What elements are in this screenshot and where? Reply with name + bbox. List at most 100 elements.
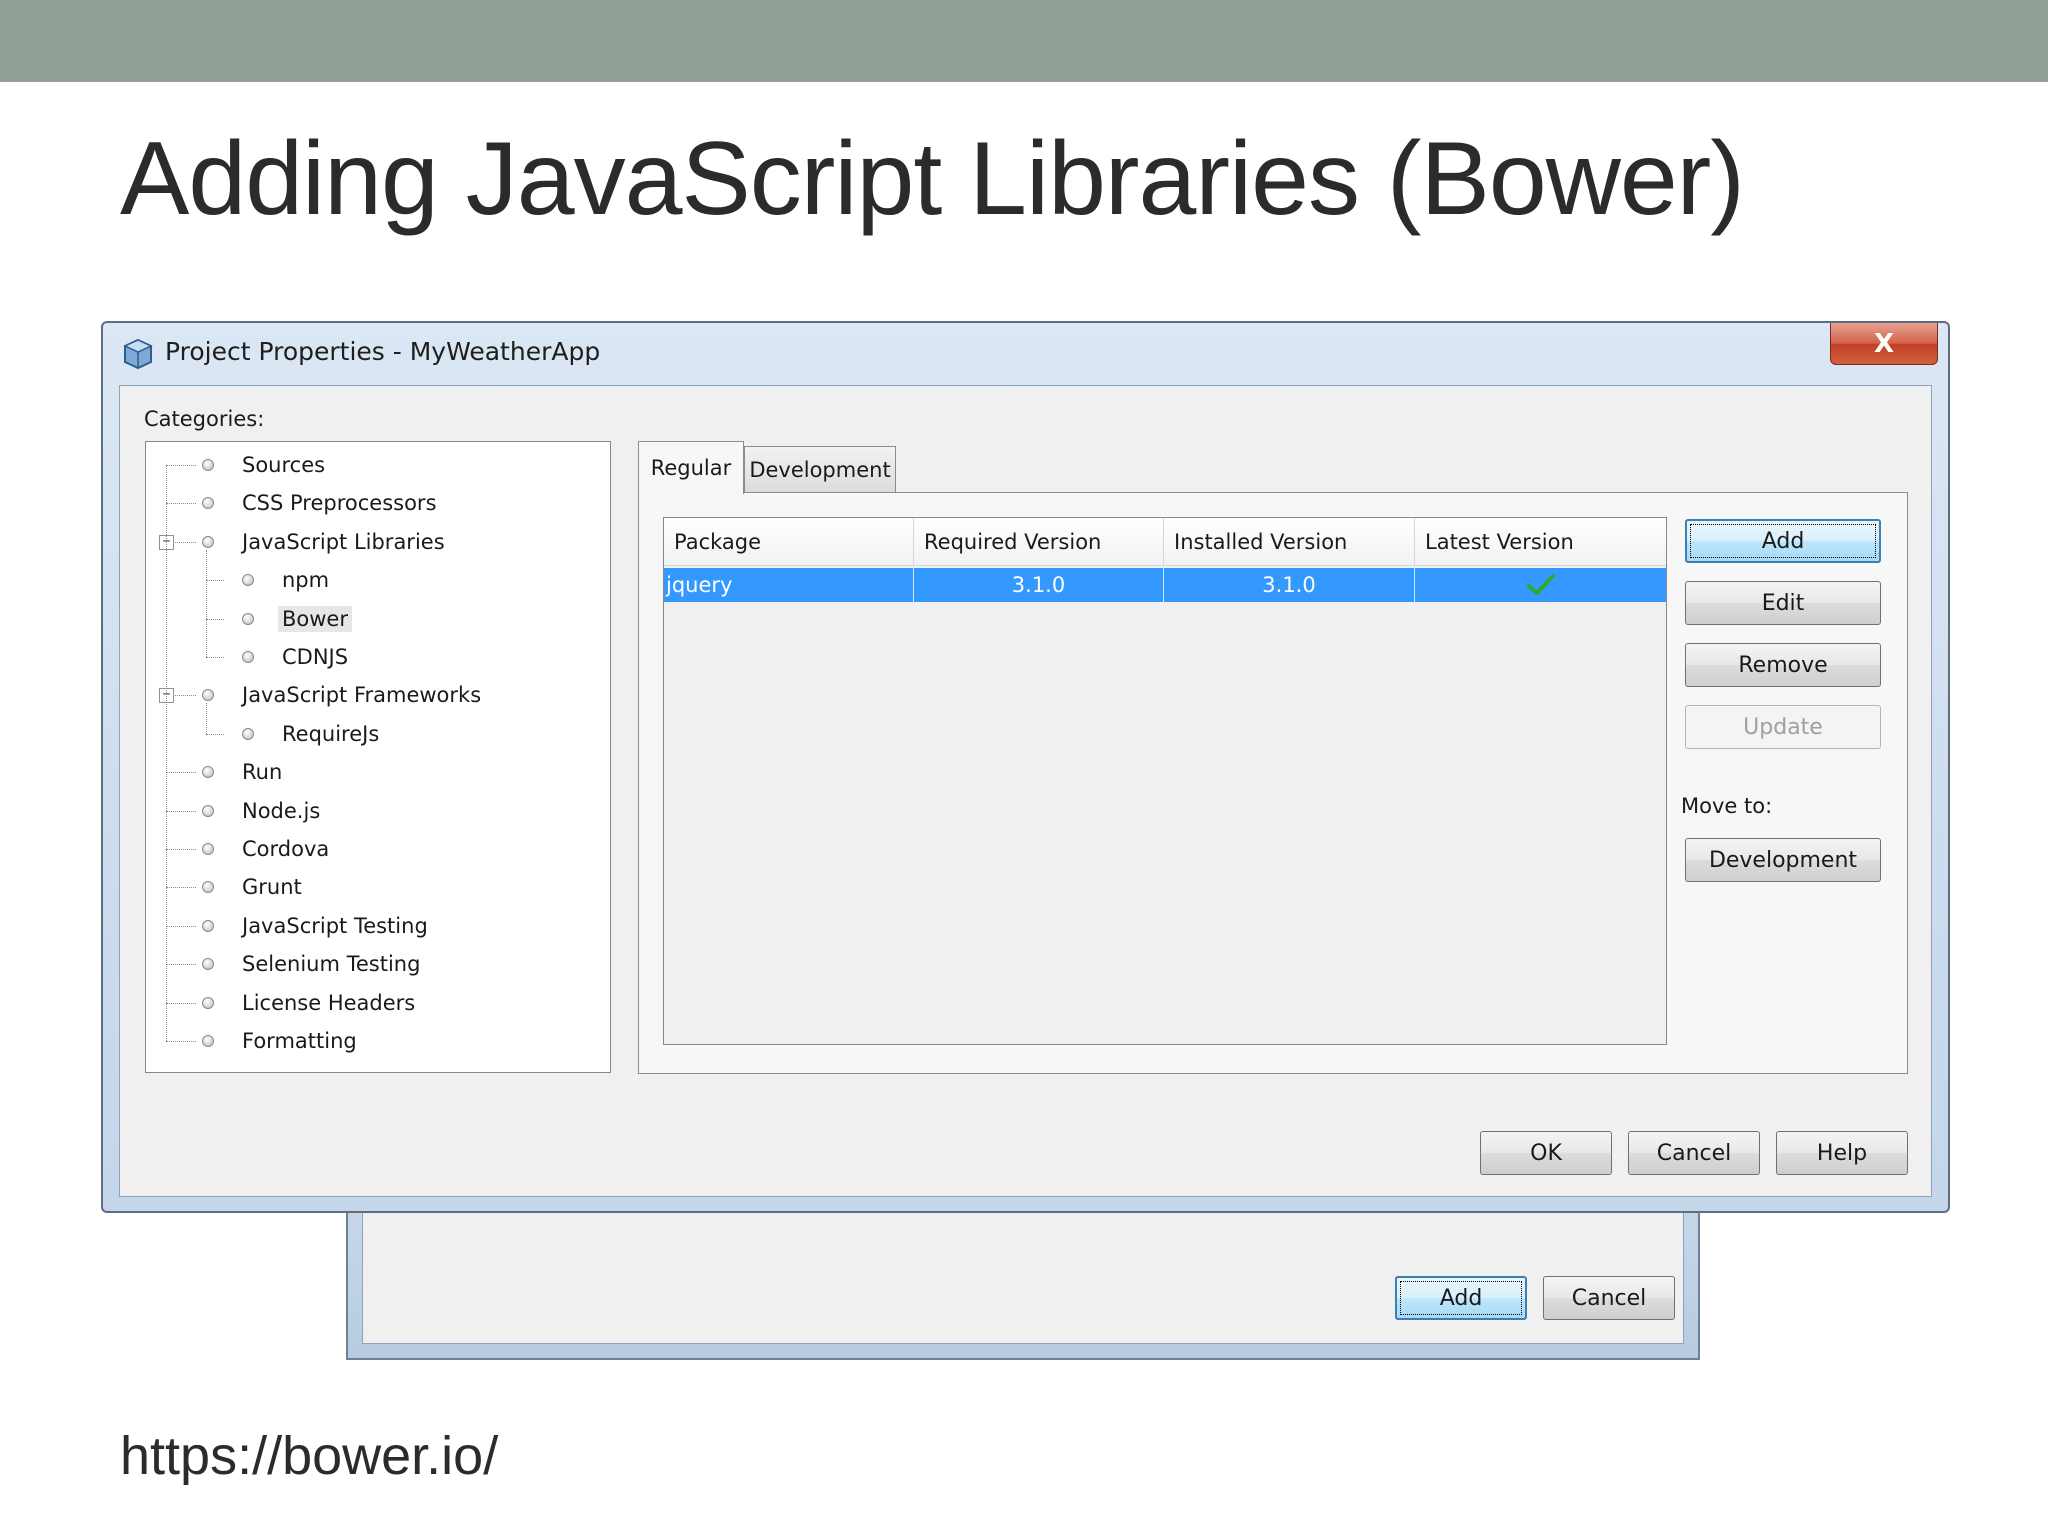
- tree-connector: [166, 925, 196, 927]
- tree-connector: [166, 964, 196, 966]
- node-bullet-icon: [202, 843, 214, 855]
- category-item[interactable]: JavaScript Testing: [202, 910, 432, 942]
- category-item[interactable]: Grunt: [202, 871, 306, 903]
- node-bullet-icon: [202, 881, 214, 894]
- categories-label: Categories:: [144, 407, 265, 431]
- cancel-button[interactable]: Cancel: [1628, 1131, 1760, 1175]
- tree-connector: [166, 772, 196, 774]
- add-button[interactable]: Add: [1685, 519, 1881, 563]
- category-label: JavaScript Frameworks: [242, 683, 482, 708]
- checkmark-icon: [1526, 574, 1555, 595]
- category-label: License Headers: [242, 990, 416, 1015]
- slide-title: Adding JavaScript Libraries (Bower): [120, 121, 1745, 237]
- tree-connector: [166, 1041, 196, 1042]
- background-cancel-button[interactable]: Cancel: [1543, 1276, 1675, 1320]
- node-bullet-icon: [242, 727, 254, 740]
- cell-latest-version: [1415, 568, 1666, 602]
- close-button[interactable]: X: [1830, 323, 1938, 365]
- cell-installed-version: 3.1.0: [1164, 568, 1415, 602]
- category-item[interactable]: Node.js: [202, 795, 324, 827]
- tree-connector: [166, 849, 196, 850]
- categories-tree[interactable]: Sources CSS Preprocessors JavaScript Libra…: [145, 441, 611, 1073]
- update-button[interactable]: Update: [1685, 705, 1881, 749]
- slide-url: https://bower.io/: [120, 1426, 499, 1486]
- cell-required-version: 3.1.0: [914, 568, 1164, 602]
- libraries-table[interactable]: Package Required Version Installed Versi…: [663, 517, 1667, 1045]
- category-label: JavaScript Libraries: [242, 529, 445, 554]
- category-item[interactable]: CDNJS: [242, 641, 352, 673]
- node-bullet-icon: [202, 1035, 214, 1047]
- remove-button[interactable]: Remove: [1685, 643, 1881, 687]
- category-item[interactable]: JavaScript Frameworks: [202, 679, 485, 711]
- node-bullet-icon: [202, 958, 214, 971]
- column-header-package[interactable]: Package: [664, 518, 914, 566]
- ok-button[interactable]: OK: [1480, 1131, 1612, 1175]
- tree-connector: [166, 503, 196, 505]
- tree-connector: [206, 657, 224, 658]
- category-label: Grunt: [242, 875, 302, 900]
- tree-connector: [206, 733, 224, 735]
- category-item[interactable]: Selenium Testing: [202, 948, 424, 980]
- node-bullet-icon: [202, 766, 214, 779]
- move-to-development-button[interactable]: Development: [1685, 838, 1881, 882]
- table-row[interactable]: jquery 3.1.0 3.1.0: [664, 568, 1666, 602]
- category-label: Run: [242, 760, 283, 785]
- category-item[interactable]: npm: [242, 564, 333, 596]
- category-item[interactable]: Formatting: [202, 1025, 361, 1057]
- column-header-required-version[interactable]: Required Version: [914, 518, 1164, 566]
- help-button[interactable]: Help: [1776, 1131, 1908, 1175]
- category-item[interactable]: Run: [202, 756, 286, 788]
- category-item[interactable]: Cordova: [202, 833, 333, 865]
- category-label: RequireJs: [282, 721, 380, 746]
- close-icon: X: [1873, 328, 1895, 359]
- node-bullet-icon: [202, 996, 214, 1009]
- category-item[interactable]: RequireJs: [242, 718, 383, 750]
- category-label: Cordova: [242, 837, 330, 861]
- category-label: npm: [282, 568, 330, 593]
- background-add-button[interactable]: Add: [1395, 1276, 1527, 1320]
- category-item[interactable]: Sources: [202, 449, 329, 481]
- tree-connector: [166, 887, 196, 889]
- tree-connector: [166, 810, 196, 812]
- node-bullet-icon: [202, 919, 214, 932]
- move-to-label: Move to:: [1681, 794, 1773, 818]
- tree-connector: [206, 549, 207, 581]
- category-label: Node.js: [242, 798, 321, 823]
- tree-connector: [206, 618, 207, 657]
- tab-development[interactable]: Development: [744, 446, 896, 492]
- tab-regular[interactable]: Regular: [638, 441, 744, 494]
- category-label: JavaScript Testing: [242, 913, 428, 938]
- cell-package: jquery: [664, 568, 914, 602]
- category-label: Sources: [242, 453, 326, 477]
- category-item[interactable]: JavaScript Libraries: [202, 526, 449, 558]
- tree-connector: [166, 465, 167, 1041]
- tree-connector: [206, 703, 207, 734]
- node-bullet-icon: [202, 459, 214, 471]
- category-label: Selenium Testing: [242, 952, 421, 977]
- node-bullet-icon: [202, 689, 214, 702]
- category-item[interactable]: License Headers: [202, 987, 419, 1019]
- project-properties-dialog: Project Properties - MyWeatherApp X Cate…: [101, 321, 1950, 1213]
- category-item[interactable]: CSS Preprocessors: [202, 487, 441, 519]
- dialog-client-area: Categories: Sources CSS Preprocessors Java…: [119, 385, 1932, 1197]
- tree-connector: [206, 618, 224, 620]
- slide-top-bar: [0, 0, 2048, 82]
- tree-connector: [206, 580, 224, 582]
- tree-connector: [206, 580, 207, 619]
- node-bullet-icon: [202, 535, 214, 548]
- node-bullet-icon: [242, 612, 254, 625]
- category-item[interactable]: Bower: [242, 603, 352, 635]
- dialog-title: Project Properties - MyWeatherApp: [165, 337, 601, 366]
- node-bullet-icon: [202, 804, 214, 817]
- node-bullet-icon: [242, 574, 254, 587]
- tree-connector: [166, 465, 196, 466]
- project-cube-icon: [123, 338, 153, 370]
- edit-button[interactable]: Edit: [1685, 581, 1881, 625]
- tree-connector: [166, 1002, 196, 1004]
- column-header-installed-version[interactable]: Installed Version: [1164, 518, 1415, 566]
- node-bullet-icon: [242, 651, 254, 663]
- column-header-latest-version[interactable]: Latest Version: [1415, 518, 1666, 566]
- category-label: Bower: [278, 605, 352, 632]
- category-label: Formatting: [242, 1029, 357, 1053]
- category-label: CSS Preprocessors: [242, 491, 437, 516]
